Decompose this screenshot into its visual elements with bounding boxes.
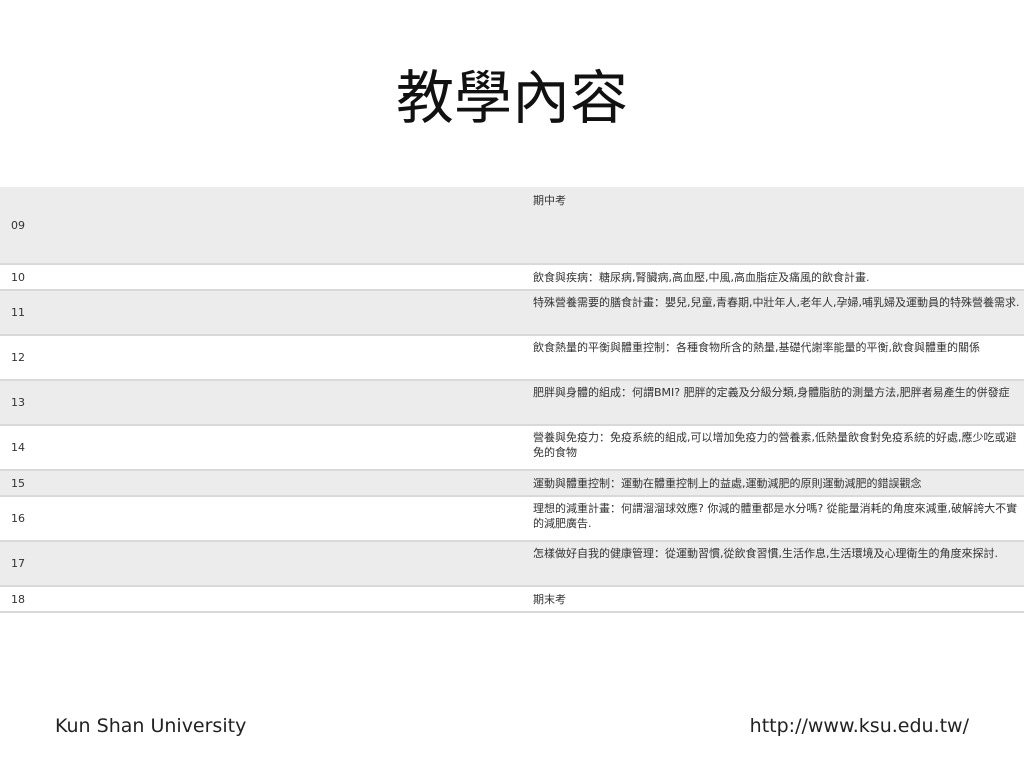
- week-number: 14: [0, 425, 523, 471]
- week-number: 12: [0, 335, 523, 381]
- week-content: 肥胖與身體的組成：何謂BMI? 肥胖的定義及分級分類,身體脂肪的測量方法,肥胖者…: [523, 380, 1024, 426]
- week-number: 10: [0, 264, 523, 291]
- week-content: 飲食熱量的平衡與體重控制：各種食物所含的熱量,基礎代謝率能量的平衡,飲食與體重的…: [523, 335, 1024, 381]
- week-content: 期中考: [523, 187, 1024, 265]
- table-row: 12 飲食熱量的平衡與體重控制：各種食物所含的熱量,基礎代謝率能量的平衡,飲食與…: [0, 335, 1024, 381]
- week-content: 運動與體重控制：運動在體重控制上的益處,運動減肥的原則運動減肥的錯誤觀念: [523, 470, 1024, 497]
- table-row: 16 理想的減重計畫：何謂溜溜球效應? 你減的體重都是水分嗎? 從能量消耗的角度…: [0, 496, 1024, 542]
- table-row: 14 營養與免疫力：免疫系統的組成,可以增加免疫力的營養素,低熱量飲食對免疫系統…: [0, 425, 1024, 471]
- table-row: 10 飲食與疾病：糖尿病,腎臟病,高血壓,中風,高血脂症及痛風的飲食計畫.: [0, 264, 1024, 291]
- week-number: 16: [0, 496, 523, 542]
- week-content: 特殊營養需要的膳食計畫：嬰兒,兒童,青春期,中壯年人,老年人,孕婦,哺乳婦及運動…: [523, 290, 1024, 336]
- week-number: 11: [0, 290, 523, 336]
- table-row: 17 怎樣做好自我的健康管理：從運動習慣,從飲食習慣,生活作息,生活環境及心理衛…: [0, 541, 1024, 587]
- schedule-table: 09 期中考 10 飲食與疾病：糖尿病,腎臟病,高血壓,中風,高血脂症及痛風的飲…: [0, 187, 1024, 613]
- table-row: 09 期中考: [0, 187, 1024, 265]
- week-content: 怎樣做好自我的健康管理：從運動習慣,從飲食習慣,生活作息,生活環境及心理衛生的角…: [523, 541, 1024, 587]
- table-row: 18 期末考: [0, 586, 1024, 613]
- week-content: 理想的減重計畫：何謂溜溜球效應? 你減的體重都是水分嗎? 從能量消耗的角度來減重…: [523, 496, 1024, 542]
- table-row: 15 運動與體重控制：運動在體重控制上的益處,運動減肥的原則運動減肥的錯誤觀念: [0, 470, 1024, 497]
- week-number: 09: [0, 187, 523, 265]
- week-content: 飲食與疾病：糖尿病,腎臟病,高血壓,中風,高血脂症及痛風的飲食計畫.: [523, 264, 1024, 291]
- week-content: 期末考: [523, 586, 1024, 613]
- table-row: 11 特殊營養需要的膳食計畫：嬰兒,兒童,青春期,中壯年人,老年人,孕婦,哺乳婦…: [0, 290, 1024, 336]
- week-number: 18: [0, 586, 523, 613]
- page-title: 教學內容: [395, 64, 628, 132]
- week-number: 17: [0, 541, 523, 587]
- week-content: 營養與免疫力：免疫系統的組成,可以增加免疫力的營養素,低熱量飲食對免疫系統的好處…: [523, 425, 1024, 471]
- footer-university-name: Kun Shan University: [55, 715, 247, 737]
- table-row: 13 肥胖與身體的組成：何謂BMI? 肥胖的定義及分級分類,身體脂肪的測量方法,…: [0, 380, 1024, 426]
- footer-website-url: http://www.ksu.edu.tw/: [749, 715, 969, 737]
- week-number: 15: [0, 470, 523, 497]
- week-number: 13: [0, 380, 523, 426]
